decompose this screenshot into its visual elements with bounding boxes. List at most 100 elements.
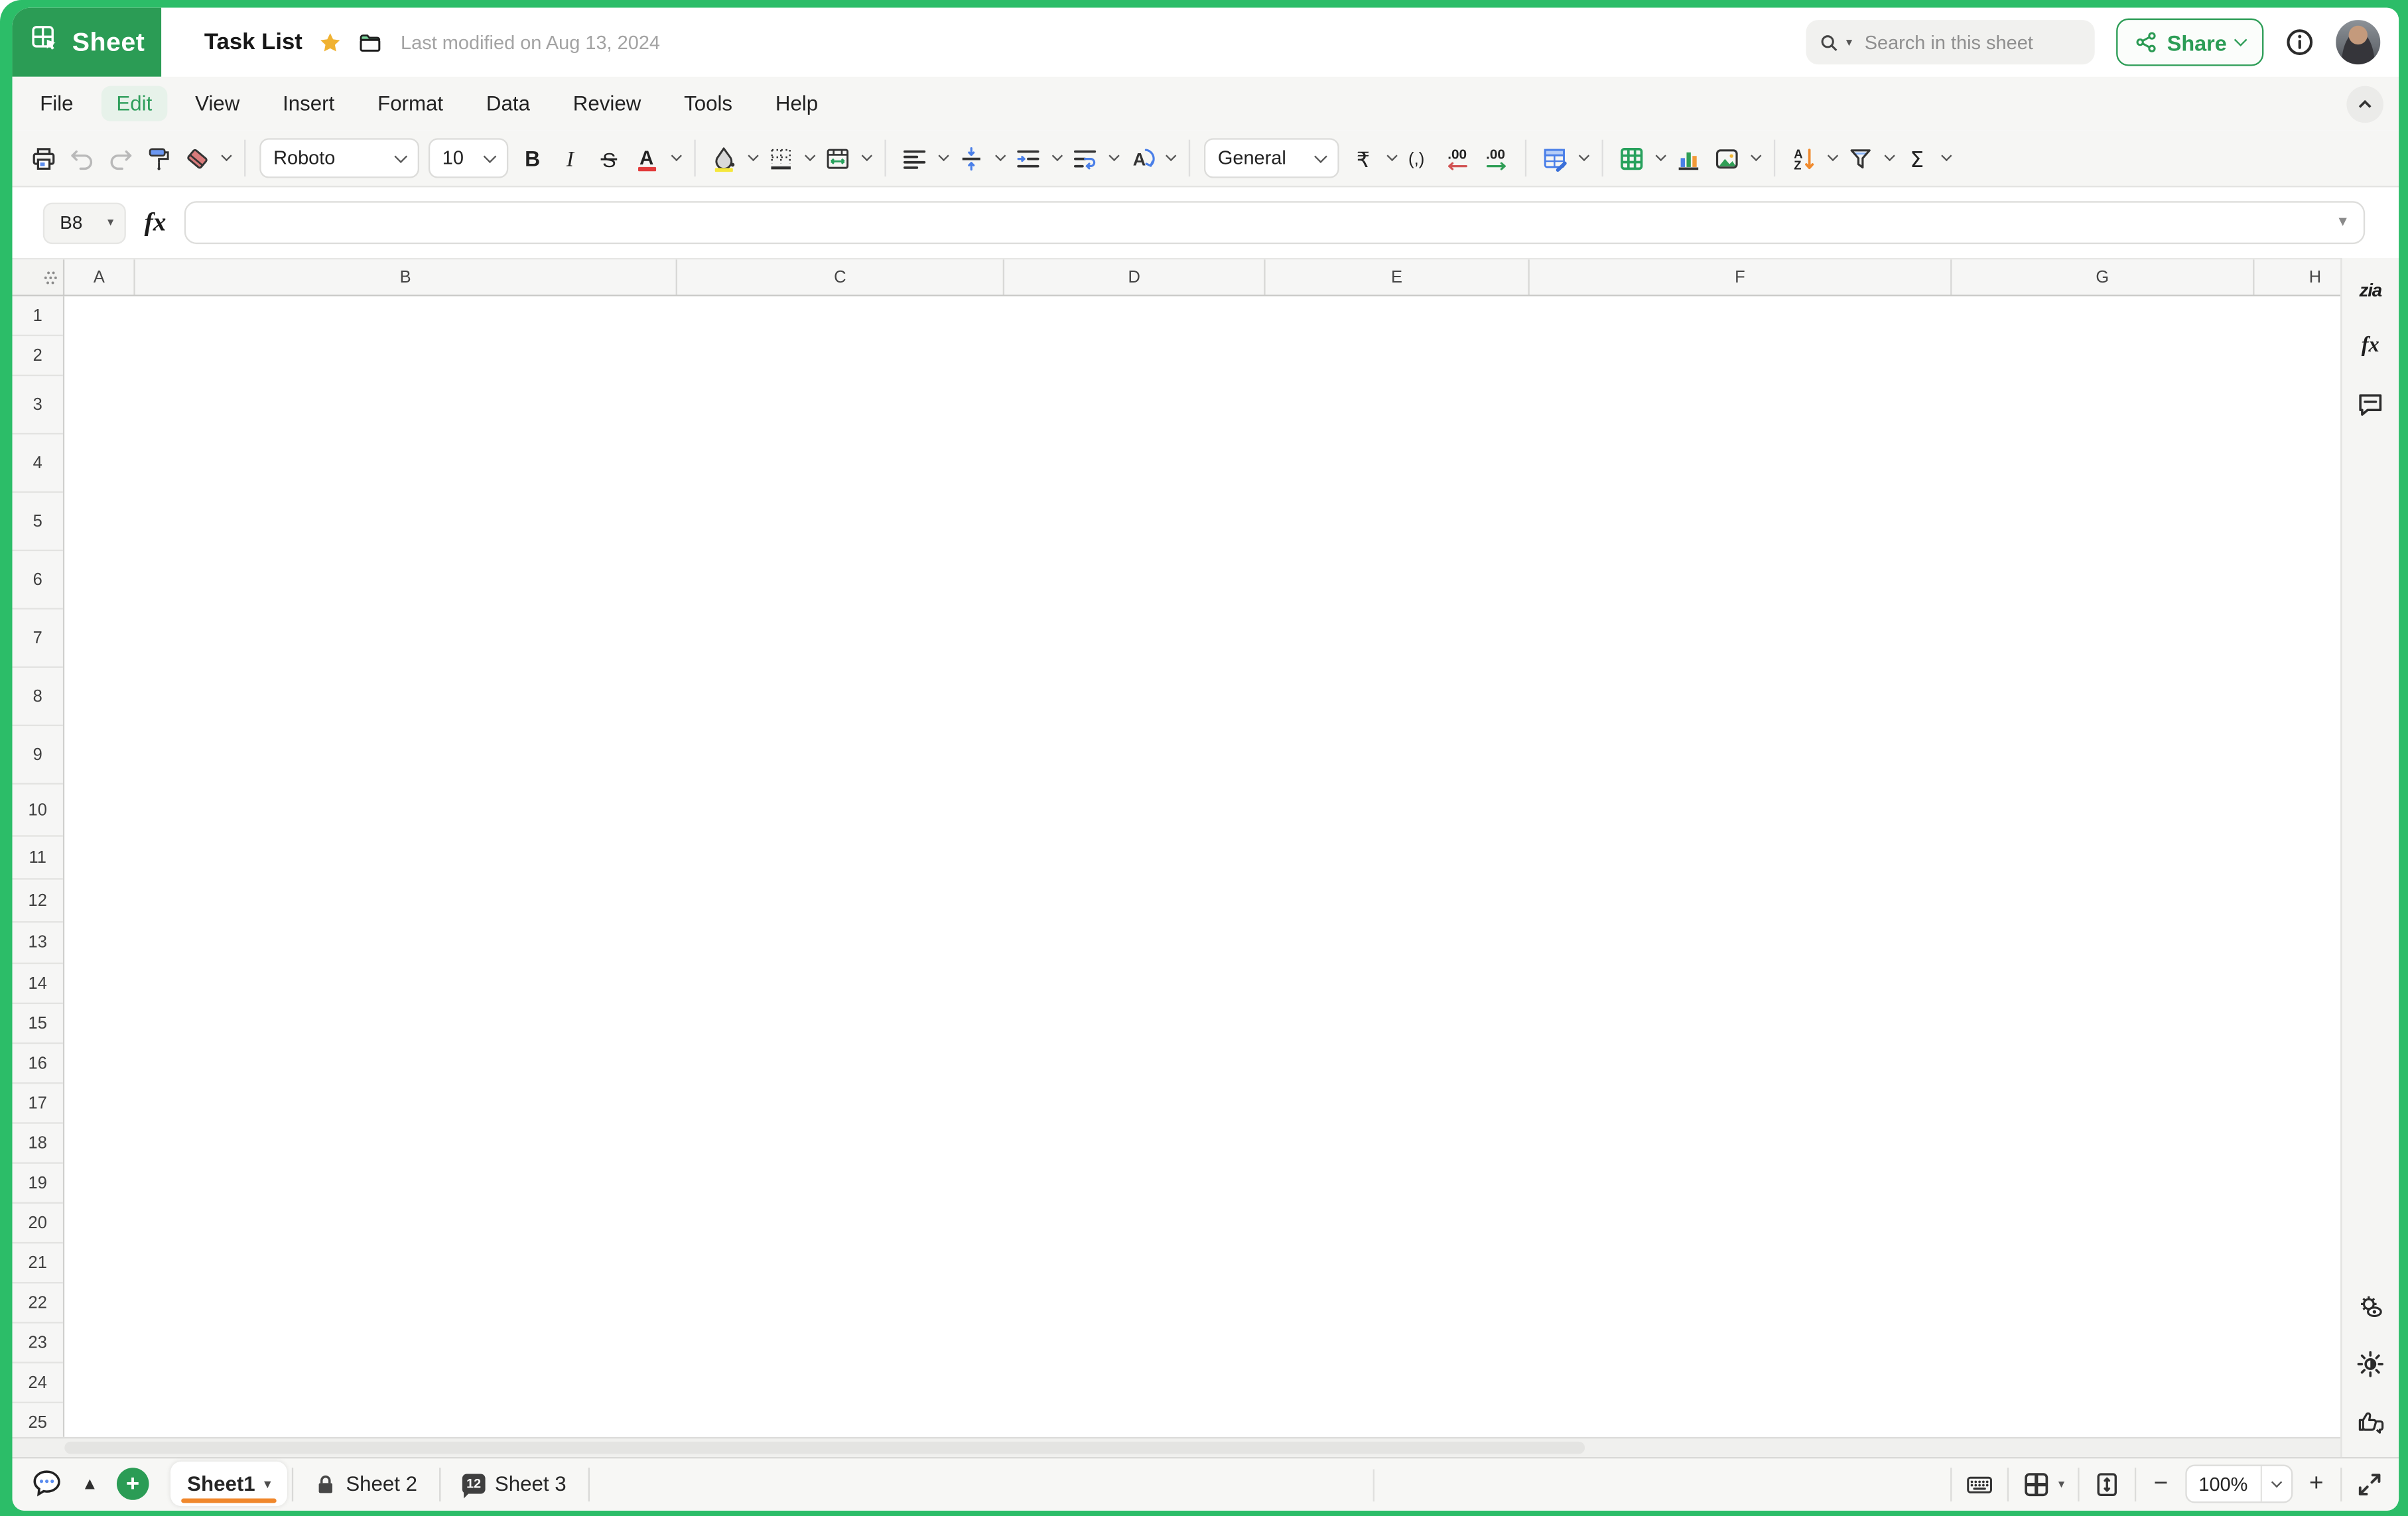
sum-button[interactable]: Σ	[1898, 138, 1936, 178]
column-header-G[interactable]: G	[1952, 259, 2254, 294]
row-header-4[interactable]: 4	[13, 434, 63, 493]
text-rotation-button[interactable]: A	[1122, 138, 1161, 178]
row-header-15[interactable]: 15	[13, 1004, 63, 1044]
comments-panel-button[interactable]	[2354, 387, 2387, 420]
horizontal-scrollbar[interactable]	[13, 1436, 2341, 1456]
zia-button[interactable]: zia	[2354, 273, 2387, 307]
clear-formatting-button[interactable]	[178, 138, 217, 178]
insert-table-button[interactable]	[1613, 138, 1651, 178]
row-header-10[interactable]: 10	[13, 785, 63, 837]
row-header-16[interactable]: 16	[13, 1044, 63, 1084]
keyboard-shortcuts-button[interactable]	[1966, 1470, 1994, 1498]
indent-button[interactable]	[1009, 138, 1047, 178]
font-size-select[interactable]: 10	[429, 138, 508, 178]
filter-caret[interactable]	[1880, 138, 1899, 178]
share-button[interactable]: Share	[2116, 19, 2263, 66]
clear-formatting-caret[interactable]	[216, 138, 235, 178]
row-header-3[interactable]: 3	[13, 376, 63, 434]
row-header-7[interactable]: 7	[13, 609, 63, 668]
sort-button[interactable]: AZ	[1784, 138, 1823, 178]
app-logo[interactable]: Sheet	[13, 8, 162, 77]
row-header-2[interactable]: 2	[13, 336, 63, 376]
insert-chart-button[interactable]	[1669, 138, 1707, 178]
search-scope-caret-icon[interactable]: ▾	[1846, 36, 1852, 48]
row-header-23[interactable]: 23	[13, 1324, 63, 1363]
column-header-C[interactable]: C	[677, 259, 1004, 294]
zoom-in-button[interactable]: +	[2306, 1472, 2326, 1496]
column-header-E[interactable]: E	[1266, 259, 1530, 294]
comments-button[interactable]	[31, 1468, 63, 1500]
fill-color-button[interactable]	[705, 138, 744, 178]
insert-image-caret[interactable]	[1746, 138, 1765, 178]
fullscreen-button[interactable]	[2356, 1470, 2383, 1498]
text-color-caret[interactable]	[667, 138, 685, 178]
row-header-11[interactable]: 11	[13, 837, 63, 880]
text-color-button[interactable]: A	[628, 138, 667, 178]
insert-image-button[interactable]	[1707, 138, 1746, 178]
add-sheet-button[interactable]: +	[117, 1468, 149, 1500]
view-settings-button[interactable]	[2354, 1291, 2387, 1324]
row-header-21[interactable]: 21	[13, 1243, 63, 1283]
row-header-18[interactable]: 18	[13, 1124, 63, 1164]
sheet-list-button[interactable]: ▲	[82, 1475, 98, 1493]
indent-caret[interactable]	[1047, 138, 1066, 178]
cell-name-box[interactable]: B8 ▾	[43, 202, 126, 243]
row-header-20[interactable]: 20	[13, 1204, 63, 1243]
horizontal-align-button[interactable]	[896, 138, 934, 178]
row-header-6[interactable]: 6	[13, 551, 63, 609]
zoom-caret[interactable]	[2260, 1466, 2291, 1501]
insert-table-caret[interactable]	[1651, 138, 1670, 178]
merge-cells-button[interactable]	[819, 138, 857, 178]
conditional-format-caret[interactable]	[1574, 138, 1593, 178]
menu-item-insert[interactable]: Insert	[267, 86, 350, 121]
row-header-8[interactable]: 8	[13, 668, 63, 726]
number-format-select[interactable]: General	[1204, 138, 1339, 178]
column-header-D[interactable]: D	[1004, 259, 1266, 294]
split-view-button[interactable]	[2023, 1470, 2051, 1498]
row-header-1[interactable]: 1	[13, 296, 63, 336]
font-family-select[interactable]: Roboto	[259, 138, 419, 178]
conditional-format-button[interactable]	[1536, 138, 1574, 178]
row-header-5[interactable]: 5	[13, 493, 63, 551]
merge-cells-caret[interactable]	[857, 138, 876, 178]
menu-item-file[interactable]: File	[25, 86, 89, 121]
sheet-tab-sheet1[interactable]: Sheet1▾	[170, 1462, 288, 1506]
strikethrough-button[interactable]: S	[590, 138, 628, 178]
zoom-out-button[interactable]: −	[2151, 1472, 2171, 1496]
column-header-A[interactable]: A	[64, 259, 135, 294]
select-all-corner[interactable]	[13, 259, 65, 294]
favorite-star-icon[interactable]	[318, 30, 342, 54]
format-painter-button[interactable]	[140, 138, 178, 178]
thousand-separator-button[interactable]: (,)	[1400, 138, 1439, 178]
folder-icon[interactable]	[358, 30, 382, 54]
wrap-text-caret[interactable]	[1104, 138, 1123, 178]
borders-button[interactable]	[762, 138, 800, 178]
info-button[interactable]	[2285, 28, 2314, 57]
search-input[interactable]: ▾ Search in this sheet	[1806, 20, 2095, 64]
currency-format-button[interactable]: ₹	[1344, 138, 1382, 178]
borders-caret[interactable]	[800, 138, 819, 178]
document-title[interactable]: Task List	[204, 29, 302, 55]
row-header-14[interactable]: 14	[13, 964, 63, 1004]
zoom-level-select[interactable]: 100%	[2185, 1465, 2293, 1503]
filter-button[interactable]	[1841, 138, 1880, 178]
fill-color-caret[interactable]	[743, 138, 762, 178]
row-header-9[interactable]: 9	[13, 726, 63, 785]
sort-caret[interactable]	[1823, 138, 1841, 178]
formula-expand-caret-icon[interactable]: ▼	[2336, 215, 2350, 229]
row-header-24[interactable]: 24	[13, 1363, 63, 1403]
user-avatar[interactable]	[2336, 20, 2380, 64]
row-header-12[interactable]: 12	[13, 880, 63, 923]
menu-item-review[interactable]: Review	[558, 86, 657, 121]
menu-item-edit[interactable]: Edit	[101, 86, 167, 121]
column-header-H[interactable]: H	[2254, 259, 2340, 294]
collapse-toolbar-button[interactable]	[2346, 85, 2383, 122]
sheet-tab-sheet3[interactable]: 12Sheet 3	[445, 1462, 583, 1506]
column-header-B[interactable]: B	[135, 259, 677, 294]
fit-to-screen-button[interactable]	[2094, 1470, 2121, 1498]
spreadsheet-grid[interactable]	[64, 296, 2340, 1436]
row-header-22[interactable]: 22	[13, 1283, 63, 1323]
row-header-17[interactable]: 17	[13, 1084, 63, 1123]
menu-item-view[interactable]: View	[180, 86, 255, 121]
formula-panel-button[interactable]: fx	[2354, 330, 2387, 364]
